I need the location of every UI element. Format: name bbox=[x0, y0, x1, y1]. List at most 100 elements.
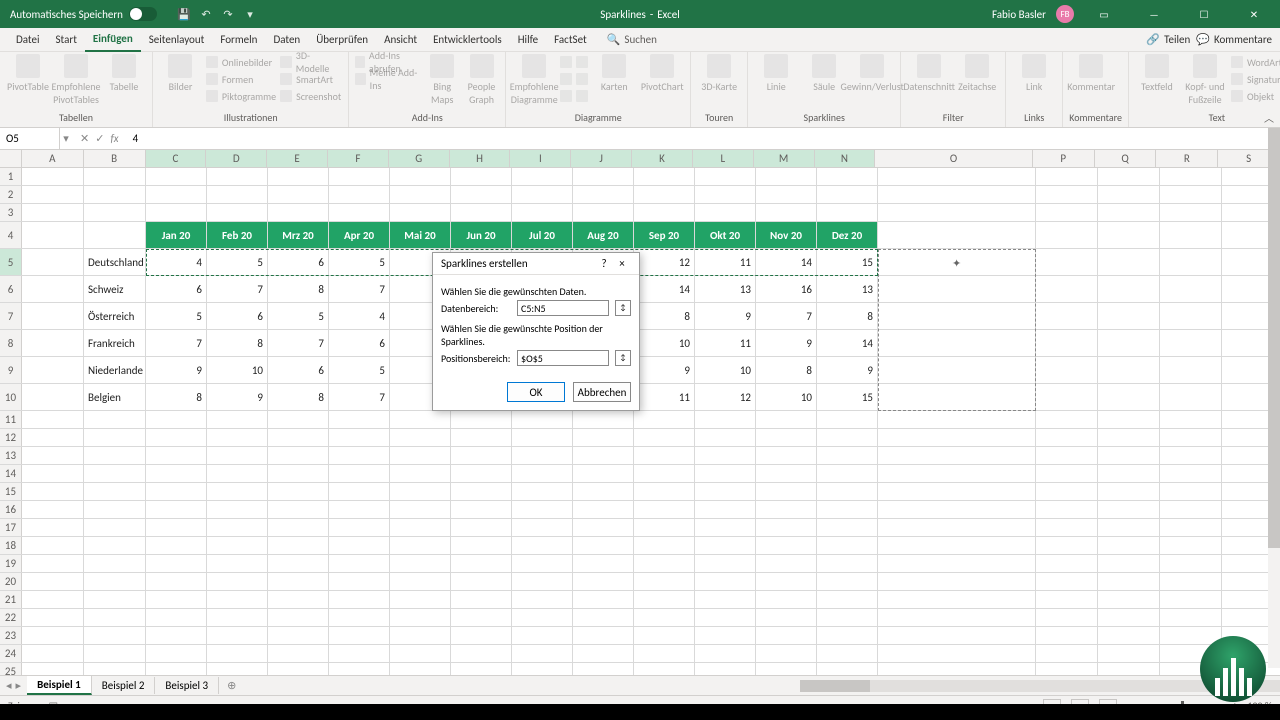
cell-E8[interactable]: 7 bbox=[268, 330, 329, 356]
cell-D6[interactable]: 7 bbox=[207, 276, 268, 302]
cell-E25[interactable] bbox=[268, 663, 329, 675]
cell-A13[interactable] bbox=[22, 447, 84, 464]
cell-M6[interactable]: 16 bbox=[756, 276, 817, 302]
cell-F22[interactable] bbox=[329, 609, 390, 626]
recommended-charts-button[interactable]: Empfohlene Diagramme bbox=[512, 54, 556, 106]
cell-Q20[interactable] bbox=[1098, 573, 1160, 590]
cell-J11[interactable] bbox=[573, 411, 634, 428]
cell-D25[interactable] bbox=[207, 663, 268, 675]
minimize-icon[interactable]: — bbox=[1134, 0, 1174, 28]
cell-P5[interactable] bbox=[1036, 249, 1098, 275]
cell-R19[interactable] bbox=[1160, 555, 1222, 572]
cell-F5[interactable]: 5 bbox=[329, 249, 390, 275]
row-header-12[interactable]: 12 bbox=[0, 429, 22, 446]
cell-Q19[interactable] bbox=[1098, 555, 1160, 572]
row-header-9[interactable]: 9 bbox=[0, 357, 22, 383]
cell-H17[interactable] bbox=[451, 519, 512, 536]
tab-seitenlayout[interactable]: Seitenlayout bbox=[141, 28, 213, 52]
worksheet-grid[interactable]: ABCDEFGHIJKLMNOPQRS 1234Jan 20Feb 20Mrz … bbox=[0, 150, 1280, 675]
cell-A18[interactable] bbox=[22, 537, 84, 554]
cell-L21[interactable] bbox=[695, 591, 756, 608]
add-sheet-icon[interactable]: ⊕ bbox=[219, 679, 244, 692]
cell-D9[interactable]: 10 bbox=[207, 357, 268, 383]
cell-A25[interactable] bbox=[22, 663, 84, 675]
cell-C14[interactable] bbox=[146, 465, 207, 482]
cell-O14[interactable] bbox=[878, 465, 1036, 482]
cell-K6[interactable]: 14 bbox=[634, 276, 695, 302]
cell-N18[interactable] bbox=[817, 537, 878, 554]
cell-E14[interactable] bbox=[268, 465, 329, 482]
column-header-N[interactable]: N bbox=[815, 150, 876, 167]
ribbon-display-icon[interactable]: ▭ bbox=[1084, 0, 1124, 28]
cell-Q23[interactable] bbox=[1098, 627, 1160, 644]
row-header-19[interactable]: 19 bbox=[0, 555, 22, 572]
cell-M12[interactable] bbox=[756, 429, 817, 446]
cell-H13[interactable] bbox=[451, 447, 512, 464]
cell-J15[interactable] bbox=[573, 483, 634, 500]
cell-F7[interactable]: 4 bbox=[329, 303, 390, 329]
cell-K20[interactable] bbox=[634, 573, 695, 590]
cell-D17[interactable] bbox=[207, 519, 268, 536]
name-box[interactable]: O5 bbox=[0, 128, 60, 149]
cell-E7[interactable]: 5 bbox=[268, 303, 329, 329]
row-header-18[interactable]: 18 bbox=[0, 537, 22, 554]
cell-I15[interactable] bbox=[512, 483, 573, 500]
cell-F21[interactable] bbox=[329, 591, 390, 608]
cell-M17[interactable] bbox=[756, 519, 817, 536]
cell-F12[interactable] bbox=[329, 429, 390, 446]
cell-B3[interactable] bbox=[84, 204, 146, 221]
cell-G19[interactable] bbox=[390, 555, 451, 572]
cell-D14[interactable] bbox=[207, 465, 268, 482]
cell-Q9[interactable] bbox=[1098, 357, 1160, 383]
cell-Q12[interactable] bbox=[1098, 429, 1160, 446]
cell-H11[interactable] bbox=[451, 411, 512, 428]
tab-factset[interactable]: FactSet bbox=[546, 28, 595, 52]
cell-K7[interactable]: 8 bbox=[634, 303, 695, 329]
tab-datei[interactable]: Datei bbox=[8, 28, 48, 52]
close-icon[interactable]: ✕ bbox=[1234, 0, 1274, 28]
cell-P11[interactable] bbox=[1036, 411, 1098, 428]
cell-D23[interactable] bbox=[207, 627, 268, 644]
cell-D7[interactable]: 6 bbox=[207, 303, 268, 329]
cell-Q24[interactable] bbox=[1098, 645, 1160, 662]
cell-R18[interactable] bbox=[1160, 537, 1222, 554]
cell-B13[interactable] bbox=[84, 447, 146, 464]
cell-K22[interactable] bbox=[634, 609, 695, 626]
search-icon[interactable]: 🔍 bbox=[595, 33, 621, 46]
cell-A8[interactable] bbox=[22, 330, 84, 356]
cell-F8[interactable]: 6 bbox=[329, 330, 390, 356]
cell-G1[interactable] bbox=[390, 168, 451, 185]
column-header-J[interactable]: J bbox=[571, 150, 632, 167]
cell-D19[interactable] bbox=[207, 555, 268, 572]
cell-B24[interactable] bbox=[84, 645, 146, 662]
cell-B9[interactable]: Niederlande bbox=[84, 357, 146, 383]
cell-I18[interactable] bbox=[512, 537, 573, 554]
cell-L3[interactable] bbox=[695, 204, 756, 221]
cell-L22[interactable] bbox=[695, 609, 756, 626]
cell-K21[interactable] bbox=[634, 591, 695, 608]
cell-O3[interactable] bbox=[878, 204, 1036, 221]
cancel-button[interactable]: Abbrechen bbox=[573, 382, 631, 402]
cell-L25[interactable] bbox=[695, 663, 756, 675]
cell-Q3[interactable] bbox=[1098, 204, 1160, 221]
link-button[interactable]: Link bbox=[1012, 54, 1056, 93]
cell-A24[interactable] bbox=[22, 645, 84, 662]
cell-F3[interactable] bbox=[329, 204, 390, 221]
cell-H18[interactable] bbox=[451, 537, 512, 554]
tab-entwicklertools[interactable]: Entwicklertools bbox=[425, 28, 510, 52]
cell-B23[interactable] bbox=[84, 627, 146, 644]
row-header-23[interactable]: 23 bbox=[0, 627, 22, 644]
cell-P13[interactable] bbox=[1036, 447, 1098, 464]
cell-G4[interactable]: Mai 20 bbox=[390, 222, 451, 248]
3d-map-button[interactable]: 3D-Karte bbox=[697, 54, 741, 93]
cell-C2[interactable] bbox=[146, 186, 207, 203]
cell-C7[interactable]: 5 bbox=[146, 303, 207, 329]
cell-K18[interactable] bbox=[634, 537, 695, 554]
cell-A16[interactable] bbox=[22, 501, 84, 518]
cell-G20[interactable] bbox=[390, 573, 451, 590]
tab-nav-first-icon[interactable]: ◂ bbox=[6, 679, 12, 692]
row-header-24[interactable]: 24 bbox=[0, 645, 22, 662]
cell-C8[interactable]: 7 bbox=[146, 330, 207, 356]
cell-H4[interactable]: Jun 20 bbox=[451, 222, 512, 248]
save-icon[interactable]: 💾 bbox=[177, 7, 191, 21]
